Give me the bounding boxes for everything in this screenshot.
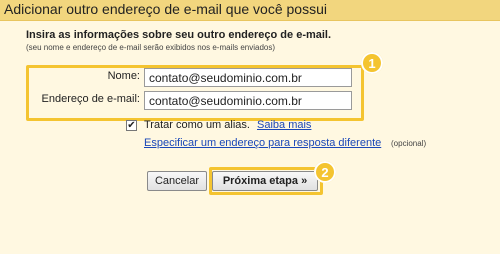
alias-label: Tratar como um alias. [144, 119, 250, 131]
dialog-body: Insira as informações sobre seu outro en… [0, 21, 500, 254]
email-label: Endereço de e-mail: [41, 93, 140, 105]
alias-checkbox[interactable]: ✔ [126, 120, 137, 131]
name-label: Nome: [107, 70, 140, 82]
reply-to-link[interactable]: Especificar um endereço para resposta di… [144, 137, 381, 149]
cancel-button[interactable]: Cancelar [147, 171, 207, 191]
intro-note: (seu nome e endereço de e-mail serão exi… [26, 43, 276, 52]
email-field[interactable] [144, 91, 352, 110]
step-1-badge: 1 [361, 52, 383, 74]
dialog-title: Adicionar outro endereço de e-mail que v… [4, 1, 327, 17]
dialog-header: Adicionar outro endereço de e-mail que v… [0, 0, 500, 21]
step-2-badge: 2 [314, 161, 336, 183]
optional-note: (opcional) [391, 139, 427, 148]
intro-text: Insira as informações sobre seu outro en… [26, 29, 332, 41]
next-step-button[interactable]: Próxima etapa » [212, 171, 318, 191]
name-field[interactable] [144, 68, 352, 87]
saiba-mais-link[interactable]: Saiba mais [257, 119, 311, 131]
